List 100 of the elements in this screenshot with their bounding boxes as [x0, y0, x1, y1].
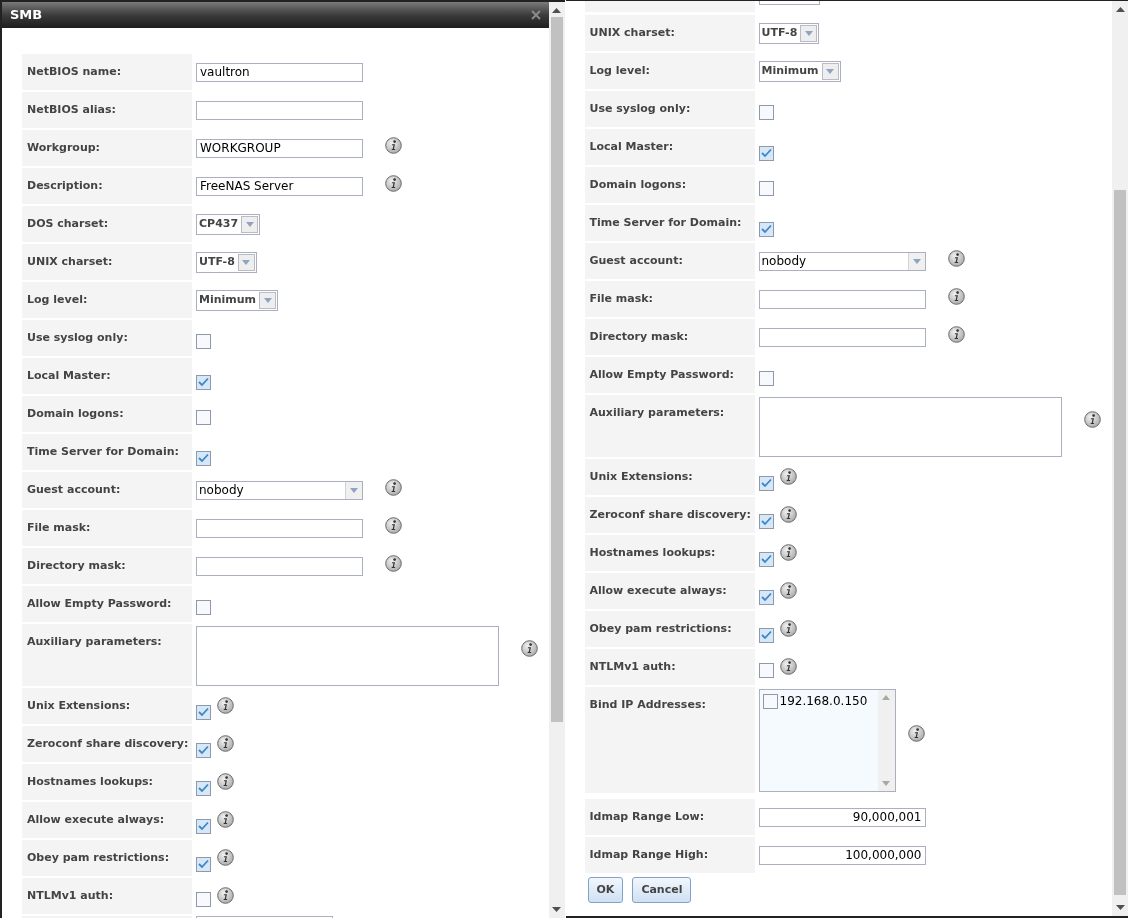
dropdown-arrow-button[interactable] [800, 24, 818, 42]
checkmark-icon [760, 148, 772, 158]
checkbox[interactable] [758, 475, 774, 491]
checkbox[interactable] [196, 600, 211, 615]
info-icon[interactable] [385, 136, 402, 154]
dialog-button[interactable]: OK [587, 877, 624, 903]
select-dropdown[interactable]: Minimum [758, 60, 841, 82]
list-box[interactable]: 192.168.0.150 [758, 689, 896, 792]
info-icon[interactable] [217, 848, 234, 866]
checkmark-icon [760, 592, 772, 602]
info-icon[interactable] [217, 734, 234, 752]
checkbox[interactable] [196, 374, 211, 390]
info-icon[interactable] [385, 174, 402, 192]
checkbox[interactable] [196, 818, 211, 834]
checkbox[interactable] [196, 704, 211, 720]
info-icon[interactable] [385, 478, 402, 496]
info-icon[interactable] [779, 657, 797, 675]
text-field[interactable]: WORKGROUP [196, 138, 363, 158]
caret-icon [242, 259, 251, 265]
text-field[interactable]: vaultron [196, 62, 363, 82]
checkbox[interactable] [196, 334, 211, 349]
down-arrow-icon[interactable] [552, 907, 561, 912]
info-icon[interactable] [947, 287, 965, 305]
dialog-button[interactable]: Cancel [632, 877, 692, 903]
dropdown-arrow-button[interactable] [237, 253, 255, 271]
field-label: File mask: [22, 510, 192, 546]
field-label: Zeroconf share discovery: [584, 497, 755, 533]
text-field[interactable] [196, 556, 363, 576]
dropdown-arrow-button[interactable] [259, 291, 277, 309]
checkbox[interactable] [762, 693, 778, 709]
select-dropdown[interactable]: UTF-8 [196, 251, 257, 273]
info-icon[interactable] [385, 554, 402, 572]
checkbox[interactable] [758, 663, 774, 678]
info-icon[interactable] [779, 505, 797, 523]
select-dropdown[interactable]: UTF-8 [758, 22, 820, 44]
checkbox[interactable] [196, 892, 211, 907]
text-field[interactable] [196, 100, 363, 120]
checkmark-icon [198, 859, 209, 869]
up-arrow-icon[interactable] [552, 8, 561, 13]
info-icon[interactable] [217, 810, 234, 828]
select-dropdown[interactable]: Minimum [196, 289, 279, 311]
checkbox[interactable] [196, 742, 211, 758]
info-icon[interactable] [385, 516, 402, 534]
info-icon[interactable] [779, 581, 797, 599]
up-arrow-icon[interactable] [1115, 7, 1125, 12]
checkbox[interactable] [758, 371, 774, 386]
text-area[interactable] [196, 626, 499, 686]
info-icon[interactable] [779, 619, 797, 637]
info-icon[interactable] [779, 467, 797, 485]
down-arrow-icon[interactable] [1115, 905, 1125, 910]
checkbox[interactable] [758, 145, 774, 161]
scrollbar[interactable] [548, 2, 565, 918]
checkbox[interactable] [196, 780, 211, 796]
text-field[interactable]: 100,000,000 [758, 845, 926, 865]
text-area[interactable] [758, 397, 1062, 457]
info-icon[interactable] [947, 325, 965, 343]
field-label: Description: [22, 168, 192, 204]
field-label: Directory mask: [22, 548, 192, 584]
info-icon[interactable] [947, 249, 965, 267]
checkbox[interactable] [758, 105, 774, 120]
field-label: Workgroup: [22, 130, 192, 166]
field-label: Allow execute always: [22, 802, 192, 838]
select-dropdown[interactable]: CP437 [196, 213, 261, 235]
checkbox[interactable] [758, 181, 774, 196]
dropdown-arrow-button[interactable] [241, 215, 259, 233]
scrollbar-thumb[interactable] [550, 17, 563, 722]
checkbox[interactable] [196, 450, 211, 466]
scrollbar-thumb[interactable] [1114, 190, 1126, 895]
checkbox[interactable] [758, 221, 774, 237]
checkbox[interactable] [758, 513, 774, 529]
text-field[interactable] [758, 289, 926, 309]
checkmark-icon [198, 783, 209, 793]
info-icon[interactable] [521, 640, 538, 657]
text-field[interactable]: FreeNAS Server [196, 176, 363, 196]
checkmark-icon [198, 821, 209, 831]
scrollbar[interactable] [1112, 1, 1128, 916]
info-icon[interactable] [217, 772, 234, 790]
checkbox[interactable] [758, 551, 774, 567]
info-icon[interactable] [217, 886, 234, 904]
list-item[interactable]: 192.168.0.150 [779, 692, 868, 710]
checkmark-icon [198, 707, 209, 717]
dropdown-arrow-button[interactable] [821, 62, 839, 80]
text-field[interactable]: 90,000,001 [758, 807, 926, 827]
text-field[interactable] [758, 327, 926, 347]
info-icon[interactable] [217, 696, 234, 714]
combo-box[interactable]: nobody [196, 480, 363, 500]
field-label: Zeroconf share discovery: [22, 726, 192, 762]
combo-box[interactable]: nobody [758, 251, 926, 271]
info-icon[interactable] [1083, 411, 1101, 428]
field-label: Time Server for Domain: [584, 205, 755, 241]
checkbox[interactable] [196, 856, 211, 872]
text-field[interactable] [196, 518, 363, 538]
close-icon[interactable] [530, 10, 541, 20]
checkbox[interactable] [196, 410, 211, 425]
info-icon[interactable] [907, 725, 925, 742]
info-icon[interactable] [779, 543, 797, 561]
checkbox[interactable] [758, 627, 774, 643]
checkbox[interactable] [758, 589, 774, 605]
field-label: Domain logons: [584, 167, 755, 203]
caret-icon [263, 297, 272, 303]
